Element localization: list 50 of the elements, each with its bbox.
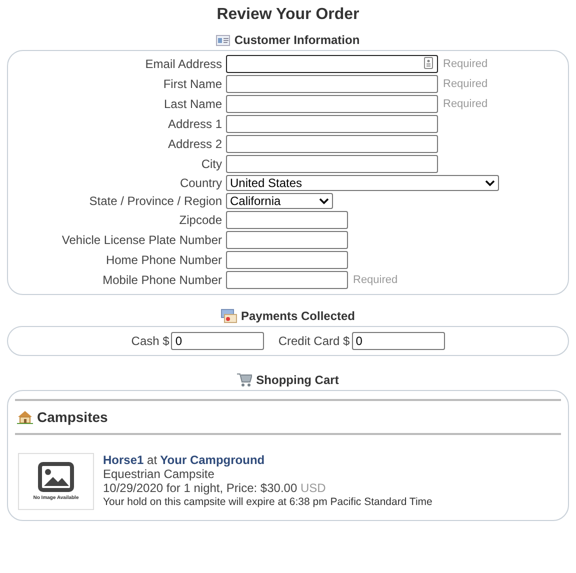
input-field[interactable]: 0 [352, 332, 445, 350]
required-note: Required [443, 58, 488, 70]
field-label: State / Province / Region [88, 194, 222, 208]
category-heading: Campsites [37, 409, 108, 425]
field-label: Cash $ [131, 334, 170, 348]
credit-cards-icon [220, 309, 237, 323]
shopping-cart-icon [237, 373, 252, 387]
date-price: 10/29/2020 for 1 night, Price: $30.00 USD [103, 481, 327, 495]
house-icon [17, 410, 33, 424]
site-type: Equestrian Campsite [103, 467, 216, 481]
dropdown[interactable]: United States [226, 175, 499, 191]
site-link[interactable]: Horse1 [103, 453, 144, 467]
dropdown[interactable]: California [226, 193, 333, 209]
field-label: Vehicle License Plate Number [60, 233, 222, 247]
field-label: First Name [162, 77, 222, 91]
required-note: Required [443, 98, 488, 110]
field-label: Country [178, 176, 222, 190]
field-label: Email Address [144, 57, 222, 71]
field-label: Home Phone Number [104, 253, 222, 267]
input-field[interactable] [226, 155, 438, 173]
field-label: City [200, 157, 222, 171]
hold-notice: Your hold on this campsite will expire at 6:38 pm Pacific Standard Time [103, 495, 432, 509]
input-field[interactable] [226, 115, 438, 133]
field-label: Address 1 [166, 117, 222, 131]
field-label: Credit Card $ [278, 334, 350, 348]
item-title: Horse1 at Your Campground [103, 453, 266, 467]
field-label: Zipcode [178, 213, 222, 227]
input-field[interactable]: 0 [171, 332, 264, 350]
field-label: Address 2 [166, 137, 222, 151]
field-label: Mobile Phone Number [102, 273, 222, 287]
required-note: Required [443, 78, 488, 90]
image-icon [38, 462, 74, 492]
required-note: Required [353, 274, 398, 286]
field-label: Last Name [162, 97, 222, 111]
page-title: Review Your Order [216, 5, 360, 25]
input-field[interactable] [226, 271, 348, 289]
chevron-icon [319, 198, 329, 204]
campground-link[interactable]: Your Campground [160, 453, 265, 467]
input-field[interactable] [226, 231, 348, 249]
input-field[interactable] [226, 135, 438, 153]
section-heading: Payments Collected [240, 309, 356, 323]
chevron-icon [485, 180, 495, 186]
input-field[interactable] [226, 75, 438, 93]
input-field[interactable] [226, 55, 438, 73]
input-field[interactable] [226, 251, 348, 269]
id-card-icon [216, 34, 230, 46]
input-field[interactable] [226, 211, 348, 229]
section-heading: Shopping Cart [256, 373, 339, 387]
section-heading: Customer Information [234, 33, 360, 47]
input-field[interactable] [226, 95, 438, 113]
